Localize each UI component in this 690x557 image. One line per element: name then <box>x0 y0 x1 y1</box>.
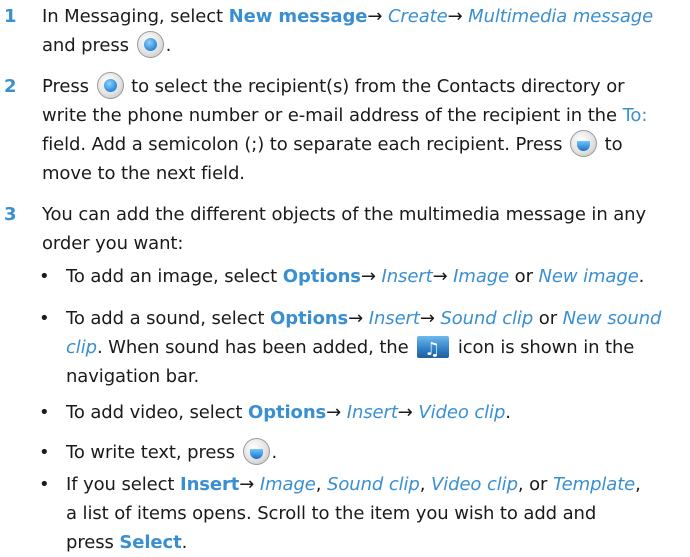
step-number: 2 <box>4 76 17 97</box>
option-multimedia-message: Multimedia message <box>468 6 654 27</box>
arrow: → <box>360 266 376 287</box>
text: In Messaging, select <box>42 6 224 27</box>
sound-clip-icon <box>417 335 450 364</box>
text: . <box>505 402 511 423</box>
text: field. Add a semicolon (;) to separate e… <box>42 134 563 155</box>
step-text: In Messaging, select New message→ Create… <box>42 2 682 60</box>
text: . <box>638 266 645 287</box>
bullet-add-video: • To add video, select Options→ Insert→ … <box>39 398 686 427</box>
option-create: Create <box>387 6 448 27</box>
text: , or <box>517 474 548 495</box>
navigation-key-icon <box>96 71 124 99</box>
bullet-dot: • <box>39 474 50 495</box>
text: navigation bar. <box>66 366 200 387</box>
option-image: Image <box>453 266 510 287</box>
command-options: Options <box>270 308 349 329</box>
arrow: → <box>367 6 383 27</box>
text: or <box>538 308 557 329</box>
arrow: → <box>326 402 342 423</box>
option-video-clip: Video clip <box>418 402 506 423</box>
bullet-add-sound: • To add a sound, select Options→ Insert… <box>39 304 686 391</box>
text: , <box>635 474 641 495</box>
text: To add video, select <box>66 402 243 423</box>
text: . <box>271 442 278 463</box>
text: Press <box>42 76 89 97</box>
text: to <box>604 134 623 155</box>
option-sound-clip: Sound clip <box>327 474 420 495</box>
navigation-key-icon <box>136 30 164 58</box>
step-number: 1 <box>4 6 17 27</box>
text: . When sound has been added, the <box>96 337 409 358</box>
step-text: You can add the different objects of the… <box>42 200 682 258</box>
option-new-sound-clip: New sound <box>562 308 662 329</box>
command-options: Options <box>282 266 361 287</box>
text: To add an image, select <box>66 266 278 287</box>
manual-page: 1 In Messaging, select New message→ Crea… <box>0 0 690 554</box>
bullet-add-image: • To add an image, select Options→ Inser… <box>39 262 686 291</box>
arrow: → <box>239 474 255 495</box>
command-options: Options <box>248 402 327 423</box>
bullet-write-text: • To write text, press . <box>39 437 686 467</box>
bullet-dot: • <box>39 266 50 287</box>
arrow: → <box>397 402 413 423</box>
scroll-down-key-icon <box>242 437 270 465</box>
arrow: → <box>432 266 448 287</box>
text: a list of items opens. Scroll to the ite… <box>66 503 597 524</box>
arrow: → <box>419 308 435 329</box>
text: to select the recipient(s) from the Cont… <box>131 76 625 97</box>
arrow: → <box>348 308 364 329</box>
field-to: To: <box>622 105 648 126</box>
bullet-dot: • <box>39 402 50 423</box>
bullet-insert-list: • If you select Insert→ Image, Sound cli… <box>39 470 686 557</box>
option-video-clip: Video clip <box>431 474 518 495</box>
text: order you want: <box>42 233 184 254</box>
command-insert: Insert <box>179 474 240 495</box>
text: To add a sound, select <box>66 308 265 329</box>
arrow: → <box>447 6 463 27</box>
scroll-down-key-icon <box>569 129 597 157</box>
option-insert: Insert <box>381 266 433 287</box>
text: icon is shown in the <box>457 337 635 358</box>
text: If you select <box>66 474 175 495</box>
text: You can add the different objects of the… <box>42 204 647 225</box>
command-new-message: New message <box>228 6 368 27</box>
text: and press <box>42 35 129 56</box>
option-new-image: New image <box>538 266 639 287</box>
text: press <box>66 532 114 553</box>
option-image: Image <box>259 474 316 495</box>
text: . <box>165 35 172 56</box>
text: , <box>419 474 426 495</box>
text: or <box>514 266 533 287</box>
option-template: Template <box>552 474 636 495</box>
bullet-dot: • <box>39 308 50 329</box>
command-select: Select <box>119 532 182 553</box>
text: write the phone number or e-mail address… <box>42 105 617 126</box>
text: . <box>181 532 188 553</box>
option-new-sound-clip: clip <box>66 337 97 358</box>
option-insert: Insert <box>346 402 398 423</box>
text: To write text, press <box>66 442 235 463</box>
option-sound-clip: Sound clip <box>440 308 534 329</box>
step-number: 3 <box>4 204 17 225</box>
text: , <box>315 474 322 495</box>
step-text: Press to select the recipient(s) from th… <box>42 71 682 188</box>
bullet-dot: • <box>39 442 50 463</box>
option-insert: Insert <box>368 308 420 329</box>
text: move to the next field. <box>42 163 245 184</box>
